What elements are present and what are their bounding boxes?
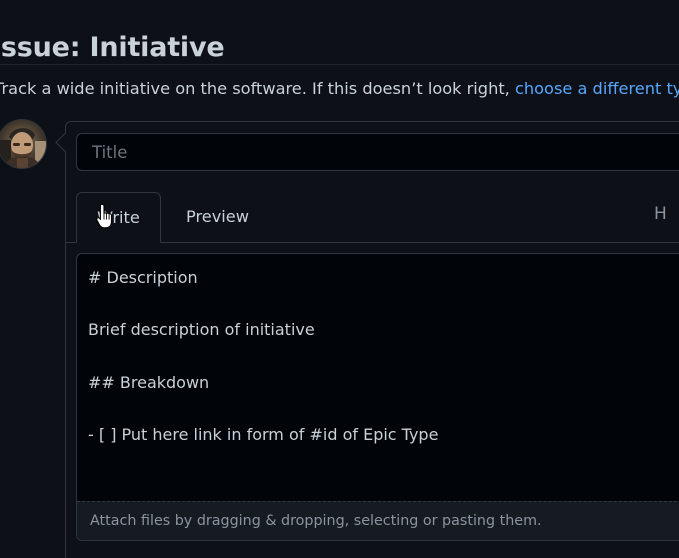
attach-files-bar[interactable]: Attach files by dragging & dropping, sel… — [77, 501, 679, 540]
body-line-blank — [88, 396, 679, 422]
tab-preview[interactable]: Preview — [175, 192, 260, 242]
choose-different-type-link[interactable]: choose a different type. — [515, 79, 679, 98]
body-line-blank — [88, 344, 679, 370]
header-divider — [0, 64, 679, 65]
user-avatar-icon[interactable] — [0, 120, 46, 168]
body-line-description-heading: # Description — [88, 268, 198, 287]
template-description: Track a wide initiative on the software.… — [0, 77, 679, 101]
body-line-breakdown-heading: ## Breakdown — [88, 372, 210, 392]
body-line-description-text: Brief description of initiative — [88, 320, 315, 340]
issue-body-editor[interactable]: # Description Brief description of initi… — [76, 253, 679, 541]
issue-title-input[interactable] — [76, 133, 679, 171]
body-line-task-item: - [ ] Put here link in form of #id of Ep… — [88, 425, 439, 445]
new-issue-page: Issue: Initiative Track a wide initiativ… — [0, 0, 679, 558]
template-description-text: Track a wide initiative on the software.… — [0, 79, 515, 98]
page-title: Issue: Initiative — [0, 32, 225, 64]
tab-write[interactable]: Write — [76, 192, 161, 243]
issue-body-textarea[interactable]: # Description Brief description of initi… — [88, 265, 679, 448]
editor-tabs: Write Preview — [66, 192, 679, 243]
body-line-blank — [88, 291, 679, 317]
avatar-image — [0, 120, 46, 168]
heading-button[interactable]: H — [654, 203, 667, 225]
